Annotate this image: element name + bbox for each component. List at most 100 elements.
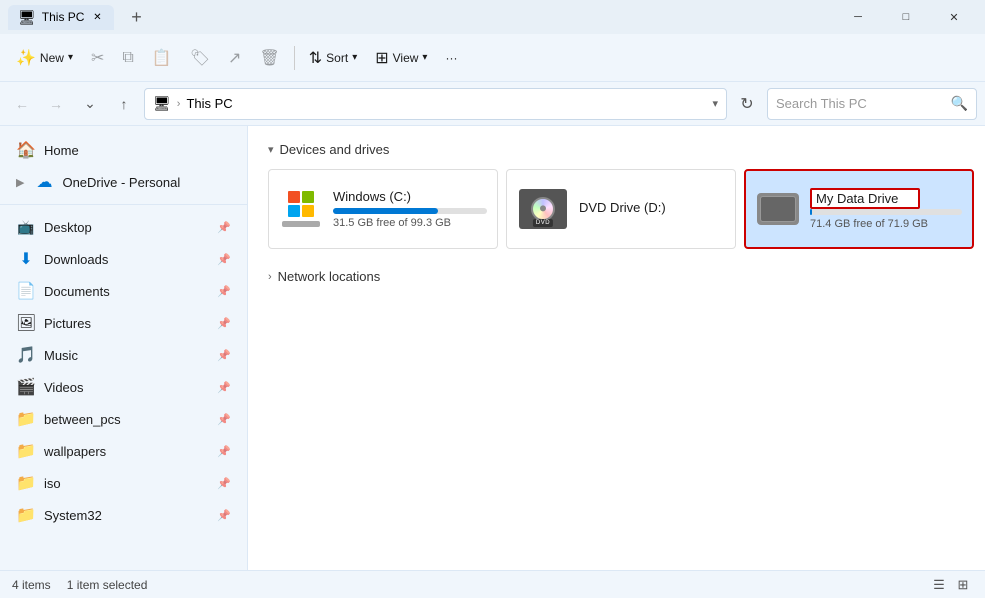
minimize-button[interactable]: ─ [835,0,881,34]
address-chevron: › [177,98,181,110]
up-button[interactable]: ↑ [110,90,138,118]
sidebar-item-label-onedrive: OneDrive - Personal [62,175,231,190]
pin-icon-system32: 📌 [217,509,231,522]
sidebar-item-videos[interactable]: 🎬 Videos 📌 [4,371,243,403]
cut-button[interactable]: ✂ [83,40,112,76]
dvd-label-text: DVD [533,219,553,227]
sidebar-item-label-wallpapers: wallpapers [44,444,209,459]
view-chevron: ▾ [422,52,427,63]
sidebar: 🏠 Home ▶ ☁ OneDrive - Personal 📺 Desktop… [0,126,248,570]
onedrive-expand-icon: ▶ [16,176,24,189]
sort-icon: ⇅ [309,48,322,68]
drive-item-mydata[interactable]: 71.4 GB free of 71.9 GB [744,169,974,249]
drive-c-icon-area [279,191,323,227]
sidebar-item-desktop[interactable]: 📺 Desktop 📌 [4,211,243,243]
address-box[interactable]: 🖥 › This PC ▾ [144,88,727,120]
sidebar-item-pictures[interactable]: 🖼 Pictures 📌 [4,307,243,339]
win-sq-blue [288,205,300,217]
toolbar: ✨ New ▾ ✂ ⧉ 📋 🏷 ↗ 🗑 ⇅ Sort ▾ ⊞ View ▾ ··… [0,34,985,82]
view-button[interactable]: ⊞ View ▾ [367,40,435,76]
devices-drives-chevron: ▾ [268,143,274,156]
toolbar-separator [294,46,295,70]
copy-icon: ⧉ [122,49,133,67]
tab-folder-icon: 🖥 [18,9,36,26]
more-button[interactable]: ··· [437,40,465,76]
hdd-icon [757,193,799,225]
pin-icon-documents: 📌 [217,285,231,298]
drive-item-d[interactable]: DVD DVD Drive (D:) [506,169,736,249]
share-icon: ↗ [228,48,241,68]
main-content: 🏠 Home ▶ ☁ OneDrive - Personal 📺 Desktop… [0,126,985,570]
windows-logo-icon [288,191,314,217]
rename-icon: 🏷 [190,48,210,68]
new-tab-button[interactable]: + [122,3,150,31]
paste-button[interactable]: 📋 [144,40,180,76]
pictures-icon: 🖼 [16,313,36,333]
forward-button[interactable]: → [42,90,70,118]
sidebar-item-between-pcs[interactable]: 📁 between_pcs 📌 [4,403,243,435]
sidebar-item-wallpapers[interactable]: 📁 wallpapers 📌 [4,435,243,467]
address-path-icon: 🖥 [153,95,171,112]
refresh-button[interactable]: ↻ [733,90,761,118]
sidebar-item-downloads[interactable]: ⬇ Downloads 📌 [4,243,243,275]
tab-this-pc[interactable]: 🖥 This PC ✕ [8,5,114,30]
sidebar-divider-1 [0,204,247,205]
delete-button[interactable]: 🗑 [251,40,287,76]
window-controls: ─ □ ✕ [835,0,977,34]
expand-nav-button[interactable]: ⌄ [76,90,104,118]
sidebar-item-label-home: Home [44,143,231,158]
back-button[interactable]: ← [8,90,36,118]
sidebar-item-label-downloads: Downloads [44,252,209,267]
sidebar-item-system32[interactable]: 📁 System32 📌 [4,499,243,531]
status-bar: 4 items 1 item selected ☰ ⊞ [0,570,985,598]
drive-mydata-bar-fill [810,209,812,215]
sort-button[interactable]: ⇅ Sort ▾ [301,40,365,76]
folder-wallpapers-icon: 📁 [16,441,36,461]
folder-between-icon: 📁 [16,409,36,429]
sidebar-item-documents[interactable]: 📄 Documents 📌 [4,275,243,307]
sidebar-item-onedrive[interactable]: ▶ ☁ OneDrive - Personal [4,166,243,198]
tab-close-button[interactable]: ✕ [90,10,104,24]
win-sq-green [302,191,314,203]
sidebar-item-label-videos: Videos [44,380,209,395]
drive-item-c[interactable]: Windows (C:) 31.5 GB free of 99.3 GB [268,169,498,249]
pin-icon-desktop: 📌 [217,221,231,234]
search-box[interactable]: Search This PC 🔍 [767,88,977,120]
cut-icon: ✂ [91,48,104,68]
maximize-button[interactable]: □ [883,0,929,34]
new-icon: ✨ [16,48,36,68]
new-label: New [40,51,64,65]
pin-icon-music: 📌 [217,349,231,362]
rename-button[interactable]: 🏷 [182,40,218,76]
address-bar-row: ← → ⌄ ↑ 🖥 › This PC ▾ ↻ Search This PC 🔍 [0,82,985,126]
network-locations-header[interactable]: › Network locations [268,269,965,284]
drive-c-bar-fill [333,208,438,214]
drive-rename-input[interactable] [810,188,920,209]
details-view-button[interactable]: ☰ [929,575,949,595]
sidebar-item-music[interactable]: 🎵 Music 📌 [4,339,243,371]
sidebar-item-iso[interactable]: 📁 iso 📌 [4,467,243,499]
share-button[interactable]: ↗ [220,40,249,76]
drive-mydata-name-wrap [810,188,962,209]
drive-c-info: Windows (C:) 31.5 GB free of 99.3 GB [333,189,487,229]
copy-button[interactable]: ⧉ [114,40,141,76]
sidebar-item-home[interactable]: 🏠 Home [4,134,243,166]
devices-drives-header[interactable]: ▾ Devices and drives [268,142,965,157]
network-locations-label: Network locations [278,269,381,284]
drive-d-info: DVD Drive (D:) [579,200,725,219]
search-placeholder: Search This PC [776,96,945,111]
pin-icon-videos: 📌 [217,381,231,394]
search-icon[interactable]: 🔍 [951,95,968,112]
address-dropdown-icon[interactable]: ▾ [712,97,718,110]
new-button[interactable]: ✨ New ▾ [8,40,81,76]
view-icons: ☰ ⊞ [929,575,973,595]
sidebar-item-label-desktop: Desktop [44,220,209,235]
drive-mydata-size: 71.4 GB free of 71.9 GB [810,218,962,230]
sidebar-item-label-iso: iso [44,476,209,491]
file-area: ▾ Devices and drives Windows (C:) [248,126,985,570]
close-button[interactable]: ✕ [931,0,977,34]
title-bar: 🖥 This PC ✕ + ─ □ ✕ [0,0,985,34]
selected-info: 1 item selected [67,578,148,592]
large-icons-view-button[interactable]: ⊞ [953,575,973,595]
view-icon: ⊞ [375,48,388,68]
